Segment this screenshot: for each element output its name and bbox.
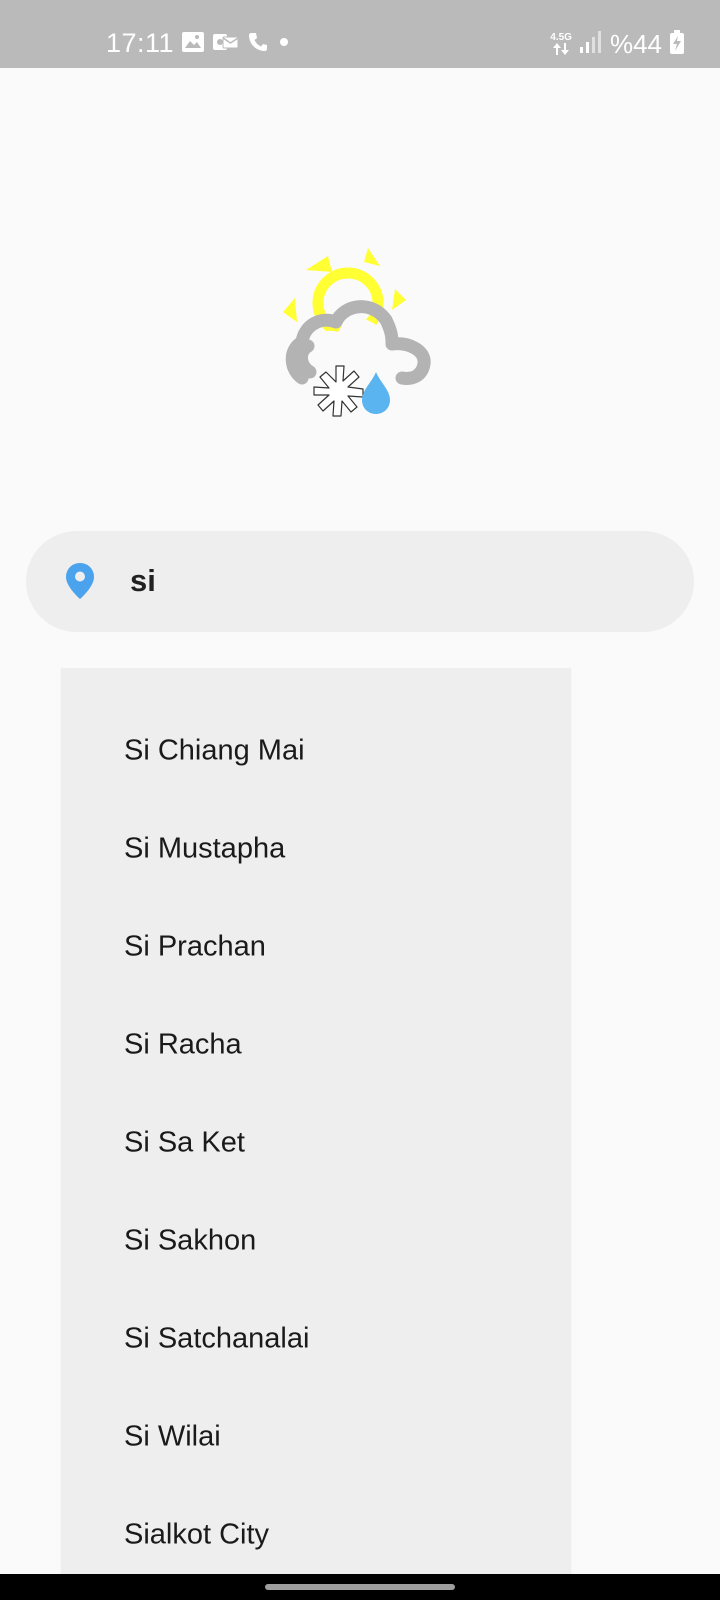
network-type-label: 4.5G — [550, 32, 572, 43]
home-gesture-handle[interactable] — [265, 1584, 455, 1590]
dot-icon — [277, 32, 291, 52]
weather-sun-cloud-snow-rain-icon — [283, 248, 431, 417]
suggestion-item[interactable]: Si Racha — [61, 996, 571, 1094]
status-notification-icons — [182, 32, 291, 52]
search-input[interactable] — [130, 555, 630, 607]
status-system-icons: 4.5G %44 — [550, 28, 684, 60]
search-bar[interactable] — [26, 531, 694, 632]
suggestion-item[interactable]: Si Satchanalai — [61, 1290, 571, 1388]
status-time: 17:11 — [106, 28, 175, 58]
suggestion-label: Si Sa Ket — [124, 1126, 245, 1159]
suggestion-label: Si Wilai — [124, 1420, 221, 1453]
suggestion-item[interactable]: Si Sakhon — [61, 1192, 571, 1290]
voicemail-icon — [213, 32, 239, 52]
suggestions-list: Si Chiang Mai Si Mustapha Si Prachan Si … — [61, 668, 571, 1574]
suggestion-label: Si Chiang Mai — [124, 734, 305, 767]
navigation-bar — [0, 1574, 720, 1600]
suggestion-label: Si Prachan — [124, 930, 266, 963]
suggestion-item[interactable]: Sialkot City — [61, 1486, 571, 1574]
suggestion-label: Si Satchanalai — [124, 1322, 310, 1355]
suggestion-item[interactable]: Si Chiang Mai — [61, 702, 571, 800]
battery-charging-icon — [670, 29, 684, 59]
suggestion-label: Si Racha — [124, 1028, 242, 1061]
phone-icon — [248, 32, 268, 52]
network-indicator: 4.5G — [550, 33, 572, 55]
suggestion-label: Si Sakhon — [124, 1224, 257, 1257]
status-bar: 17:11 4.5G %44 — [0, 0, 720, 68]
rain-drop — [362, 372, 390, 414]
weather-logo — [280, 238, 440, 428]
suggestion-label: Sialkot City — [124, 1518, 270, 1551]
snowflake — [313, 365, 364, 417]
suggestion-item[interactable]: Si Prachan — [61, 898, 571, 996]
data-arrows-icon — [553, 43, 570, 55]
signal-icon — [579, 30, 602, 58]
suggestion-label: Si Mustapha — [124, 832, 286, 865]
suggestion-item[interactable]: Si Mustapha — [61, 800, 571, 898]
suggestion-item[interactable]: Si Wilai — [61, 1388, 571, 1486]
battery-percentage: %44 — [609, 29, 662, 59]
location-pin-icon — [66, 563, 94, 599]
image-icon — [182, 32, 204, 52]
suggestion-item[interactable]: Si Sa Ket — [61, 1094, 571, 1192]
